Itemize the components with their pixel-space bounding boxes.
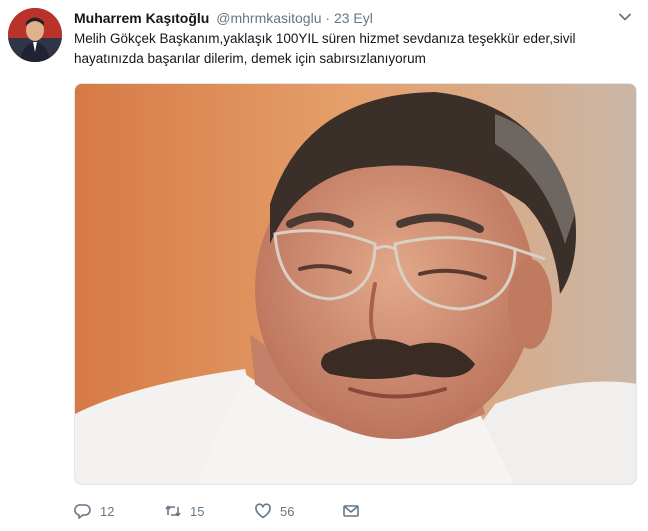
like-button[interactable]: 56 xyxy=(254,500,294,522)
reply-button[interactable]: 12 xyxy=(74,500,114,522)
tweet-header: Muharrem Kaşıtoğlu @mhrmkasitoglu · 23 E… xyxy=(74,9,373,27)
tweet-text: Melih Gökçek Başkanım,yaklaşık 100YIL sü… xyxy=(74,31,576,66)
user-handle[interactable]: @mhrmkasitoglu xyxy=(216,10,321,26)
envelope-icon xyxy=(343,505,359,517)
tweet-card: Muharrem Kaşıtoğlu @mhrmkasitoglu · 23 E… xyxy=(0,0,648,531)
tweet-photo[interactable] xyxy=(74,83,637,485)
retweet-button[interactable]: 15 xyxy=(164,500,204,522)
like-count: 56 xyxy=(280,503,295,519)
reply-count: 12 xyxy=(100,503,115,519)
tweet-date[interactable]: 23 Eyl xyxy=(334,10,373,26)
reply-icon xyxy=(74,504,91,519)
retweet-count: 15 xyxy=(190,503,205,519)
display-name[interactable]: Muharrem Kaşıtoğlu xyxy=(74,10,209,26)
separator-dot: · xyxy=(325,10,331,26)
chevron-down-icon[interactable] xyxy=(616,8,634,26)
retweet-icon xyxy=(165,505,181,517)
heart-icon xyxy=(255,503,271,519)
direct-message-button[interactable] xyxy=(342,500,360,522)
avatar[interactable] xyxy=(8,8,62,62)
